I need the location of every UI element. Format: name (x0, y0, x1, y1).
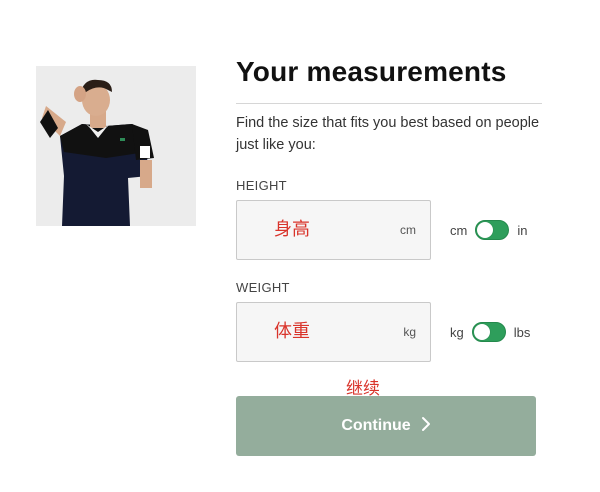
weight-unit-right: lbs (513, 324, 531, 340)
page-title: Your measurements (236, 56, 507, 87)
weight-input[interactable]: 体重 kg (236, 302, 431, 362)
weight-input-value: 体重 (274, 321, 310, 342)
title-divider (236, 103, 542, 104)
switch-knob (477, 222, 494, 238)
weight-unit-toggle[interactable]: kg lbs (450, 322, 530, 342)
height-unit-right: in (517, 222, 528, 238)
height-label: HEIGHT (236, 178, 287, 193)
height-unit-left: cm (450, 222, 468, 238)
height-input[interactable]: 身高 cm (236, 200, 431, 260)
height-input-unit: cm (400, 223, 416, 237)
weight-label: WEIGHT (236, 280, 290, 295)
page-description: Find the size that fits you best based o… (236, 115, 540, 153)
height-unit-switch[interactable] (475, 220, 510, 240)
chevron-right-icon (421, 416, 431, 437)
height-unit-toggle[interactable]: cm in (450, 220, 527, 240)
continue-label: Continue (341, 417, 411, 434)
weight-unit-switch[interactable] (471, 322, 506, 342)
product-photo (36, 66, 196, 226)
weight-input-unit: kg (403, 325, 416, 339)
model-image (36, 66, 196, 226)
continue-button[interactable]: Continue (236, 396, 536, 456)
switch-knob (473, 324, 490, 340)
height-input-value: 身高 (274, 219, 310, 240)
weight-unit-left: kg (450, 324, 464, 340)
